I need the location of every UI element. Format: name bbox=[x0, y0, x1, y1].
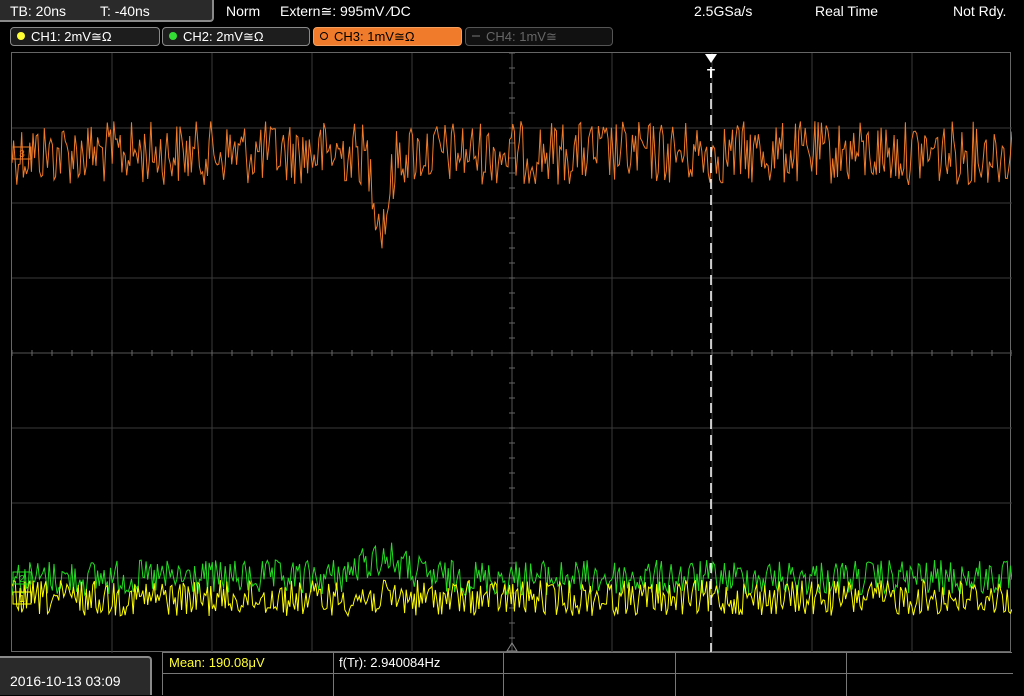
channel-2-indicator-icon bbox=[169, 32, 177, 40]
measurement-separator bbox=[503, 653, 504, 696]
trigger-source-label[interactable]: Extern≅: 995mV ⁄DC bbox=[280, 3, 411, 20]
measurement-separator bbox=[846, 653, 847, 696]
graticule bbox=[12, 53, 1012, 653]
trigger-status-label: Not Rdy. bbox=[953, 3, 1007, 19]
acquisition-mode-label[interactable]: Real Time bbox=[815, 3, 878, 19]
channel-4-indicator-icon bbox=[472, 35, 480, 37]
channel-bar: CH1: 2mV≅Ω CH2: 2mV≅Ω CH3: 1mV≅Ω CH4: 1m… bbox=[0, 24, 1024, 48]
measurement-separator bbox=[333, 653, 334, 696]
ch1-ground-marker-label: 1 bbox=[19, 594, 25, 605]
trigger-mode-label[interactable]: Norm bbox=[226, 3, 260, 19]
measurement-divider bbox=[163, 673, 1013, 674]
measurement-panel[interactable]: Mean: 190.08μV f(Tr): 2.940084Hz bbox=[162, 652, 1013, 696]
channel-1-button[interactable]: CH1: 2mV≅Ω bbox=[10, 27, 160, 46]
channel-4-button[interactable]: CH4: 1mV≅ bbox=[465, 27, 613, 46]
channel-4-label: CH4: 1mV≅ bbox=[486, 29, 557, 44]
channel-3-button[interactable]: CH3: 1mV≅Ω bbox=[313, 27, 462, 46]
ch3-ground-marker-label: 3 bbox=[19, 149, 25, 160]
sample-rate-label[interactable]: 2.5GSa/s bbox=[694, 3, 752, 19]
timebase-label: TB: 20ns bbox=[10, 3, 67, 19]
channel-2-label: CH2: 2mV≅Ω bbox=[183, 29, 264, 44]
trigger-arrow-icon bbox=[705, 54, 717, 63]
trigger-time-label: T: -40ns bbox=[100, 3, 150, 19]
channel-1-label: CH1: 2mV≅Ω bbox=[31, 29, 112, 44]
mean-measurement: Mean: 190.08μV bbox=[169, 655, 265, 670]
top-status-bar: TB: 20ns T: -40ns Norm Extern≅: 995mV ⁄D… bbox=[0, 0, 1024, 24]
channel-2-button[interactable]: CH2: 2mV≅Ω bbox=[162, 27, 310, 46]
trigger-marker: T bbox=[707, 66, 715, 81]
date-panel: 2016-10-13 03:09 bbox=[0, 656, 152, 695]
measurement-separator bbox=[675, 653, 676, 696]
channel-1-indicator-icon bbox=[17, 32, 25, 40]
waveform-display[interactable]: T 3 2 1 bbox=[11, 52, 1012, 653]
channel-3-indicator-icon bbox=[320, 32, 328, 40]
channel-3-label: CH3: 1mV≅Ω bbox=[334, 29, 415, 44]
ch2-ground-marker-label: 2 bbox=[19, 574, 25, 585]
waveform-svg: T 3 2 1 bbox=[12, 53, 1012, 653]
date-time-label: 2016-10-13 03:09 bbox=[10, 673, 121, 689]
frequency-measurement: f(Tr): 2.940084Hz bbox=[339, 655, 441, 670]
timebase-panel[interactable]: TB: 20ns T: -40ns bbox=[0, 0, 214, 22]
